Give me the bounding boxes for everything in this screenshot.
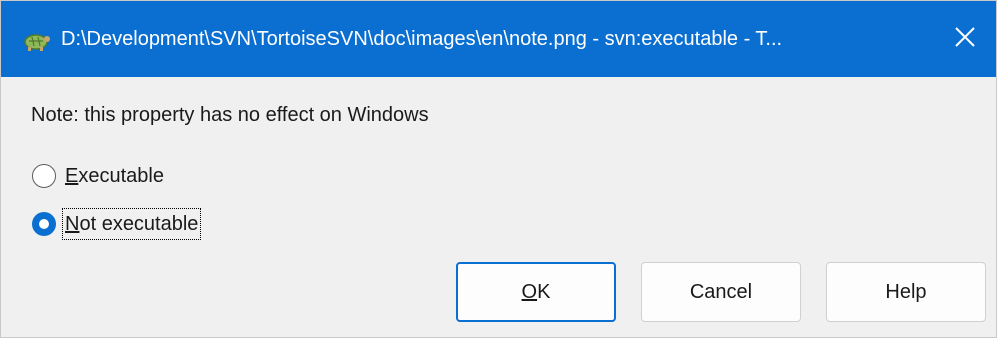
not-executable-radio[interactable] (32, 212, 56, 236)
executable-label[interactable]: Executable (63, 161, 166, 191)
executable-radio[interactable] (32, 164, 56, 188)
cancel-button[interactable]: Cancel (641, 262, 801, 322)
not-executable-option[interactable]: Not executable (32, 208, 202, 240)
not-executable-label-rest: ot executable (79, 213, 199, 235)
window-title: D:\Development\SVN\TortoiseSVN\doc\image… (61, 28, 783, 50)
close-icon (954, 26, 976, 53)
executable-label-rest: xecutable (78, 165, 164, 187)
not-executable-mnemonic: N (65, 213, 80, 235)
ok-button[interactable]: OK (456, 262, 616, 322)
executable-mnemonic: E (65, 165, 79, 187)
help-button[interactable]: Help (826, 262, 986, 322)
property-dialog: D:\Development\SVN\TortoiseSVN\doc\image… (0, 0, 997, 338)
tortoise-icon (21, 27, 51, 53)
note-label: Note: this property has no effect on Win… (31, 104, 429, 126)
ok-label-rest: K (537, 280, 551, 303)
executable-option[interactable]: Executable (32, 161, 166, 191)
not-executable-label[interactable]: Not executable (61, 208, 202, 240)
close-button[interactable] (934, 1, 996, 77)
ok-mnemonic: O (521, 280, 538, 303)
title-bar[interactable]: D:\Development\SVN\TortoiseSVN\doc\image… (1, 1, 996, 77)
